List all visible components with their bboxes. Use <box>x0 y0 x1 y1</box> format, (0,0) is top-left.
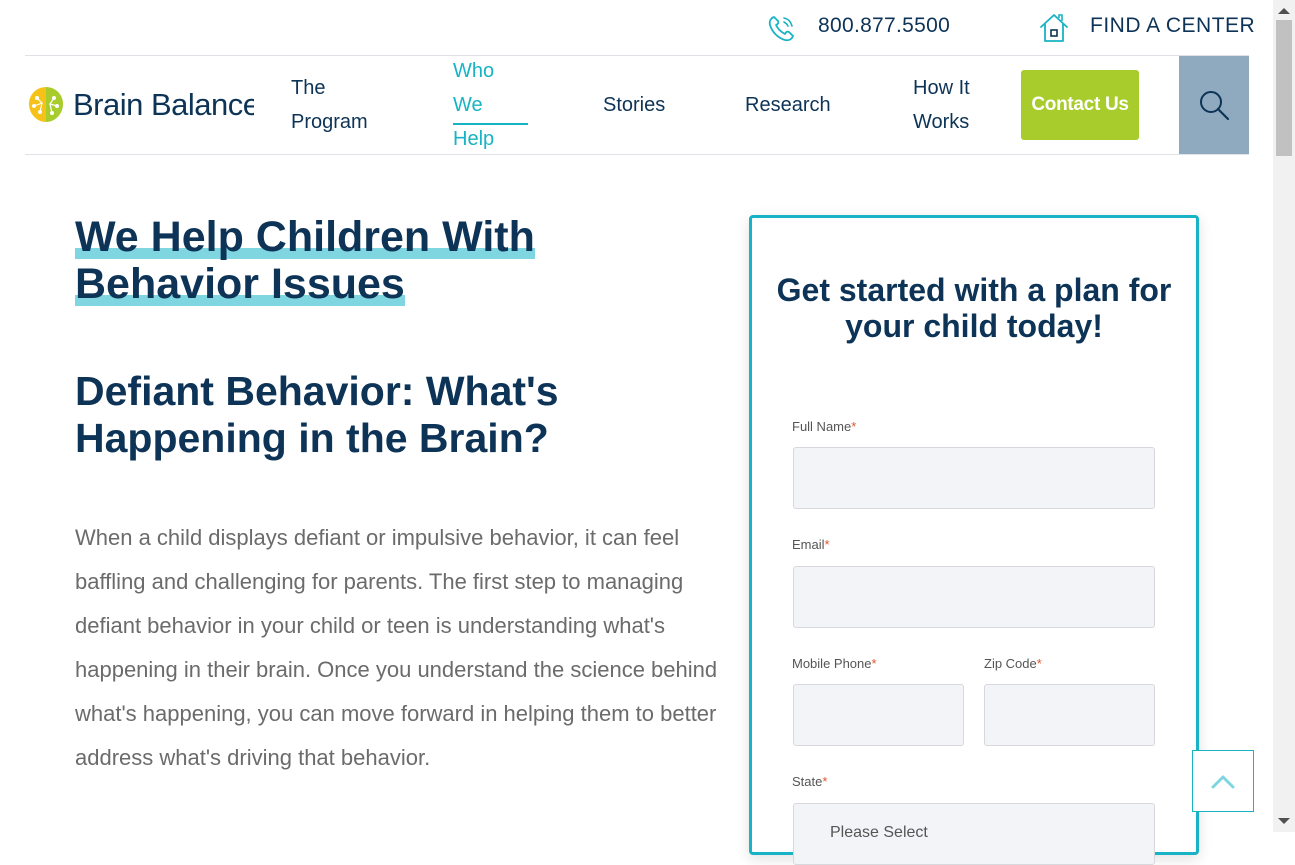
phone-number-link[interactable]: 800.877.5500 <box>818 14 950 38</box>
chevron-up-icon <box>1211 775 1235 789</box>
full-name-input[interactable] <box>793 447 1155 509</box>
mobile-phone-input[interactable] <box>793 684 964 746</box>
nav-item-who-we-help[interactable]: Who We Help <box>453 54 528 156</box>
brain-icon <box>29 87 63 122</box>
intro-paragraph: When a child displays defiant or impulsi… <box>75 525 718 770</box>
contact-us-button[interactable]: Contact Us <box>1021 70 1139 140</box>
find-a-center-link[interactable]: FIND A CENTER <box>1090 14 1255 38</box>
state-label: State* <box>792 774 828 789</box>
nav-item-the-program[interactable]: The Program <box>291 71 391 139</box>
phone-icon[interactable] <box>765 11 799 45</box>
active-underline <box>453 123 528 125</box>
email-input[interactable] <box>793 566 1155 628</box>
form-title: Get started with a plan for your child t… <box>776 272 1172 344</box>
page-scrollbar[interactable] <box>1273 0 1295 832</box>
scroll-down-arrow-icon[interactable] <box>1278 818 1290 824</box>
state-select[interactable]: Please Select <box>793 803 1155 865</box>
nav-divider <box>25 154 1249 155</box>
scrollbar-thumb[interactable] <box>1276 20 1292 156</box>
nav-item-stories[interactable]: Stories <box>603 88 665 122</box>
nav-item-research[interactable]: Research <box>745 88 831 122</box>
zip-code-input[interactable] <box>984 684 1155 746</box>
search-icon <box>1200 91 1230 121</box>
logo-text: Brain Balance <box>73 87 254 122</box>
brain-balance-logo[interactable]: Brain Balance <box>25 84 254 126</box>
full-name-label: Full Name* <box>792 419 857 434</box>
house-icon[interactable] <box>1037 11 1071 45</box>
section-heading: Defiant Behavior: What's Happening in th… <box>75 368 559 461</box>
utility-bar: 800.877.5500 FIND A CENTER <box>0 0 1273 55</box>
email-label: Email* <box>792 537 830 552</box>
lead-form: Get started with a plan for your child t… <box>749 215 1199 865</box>
zip-code-label: Zip Code* <box>984 656 1042 671</box>
search-button[interactable] <box>1179 56 1249 154</box>
nav-item-how-it-works[interactable]: How It Works <box>913 71 983 139</box>
nav-item-label: Who We Help <box>453 60 495 150</box>
page-title: We Help Children With Behavior Issues <box>75 213 535 308</box>
scroll-up-arrow-icon[interactable] <box>1278 8 1290 14</box>
top-divider <box>25 55 1249 56</box>
mobile-phone-label: Mobile Phone* <box>792 656 877 671</box>
back-to-top-button[interactable] <box>1192 750 1254 812</box>
